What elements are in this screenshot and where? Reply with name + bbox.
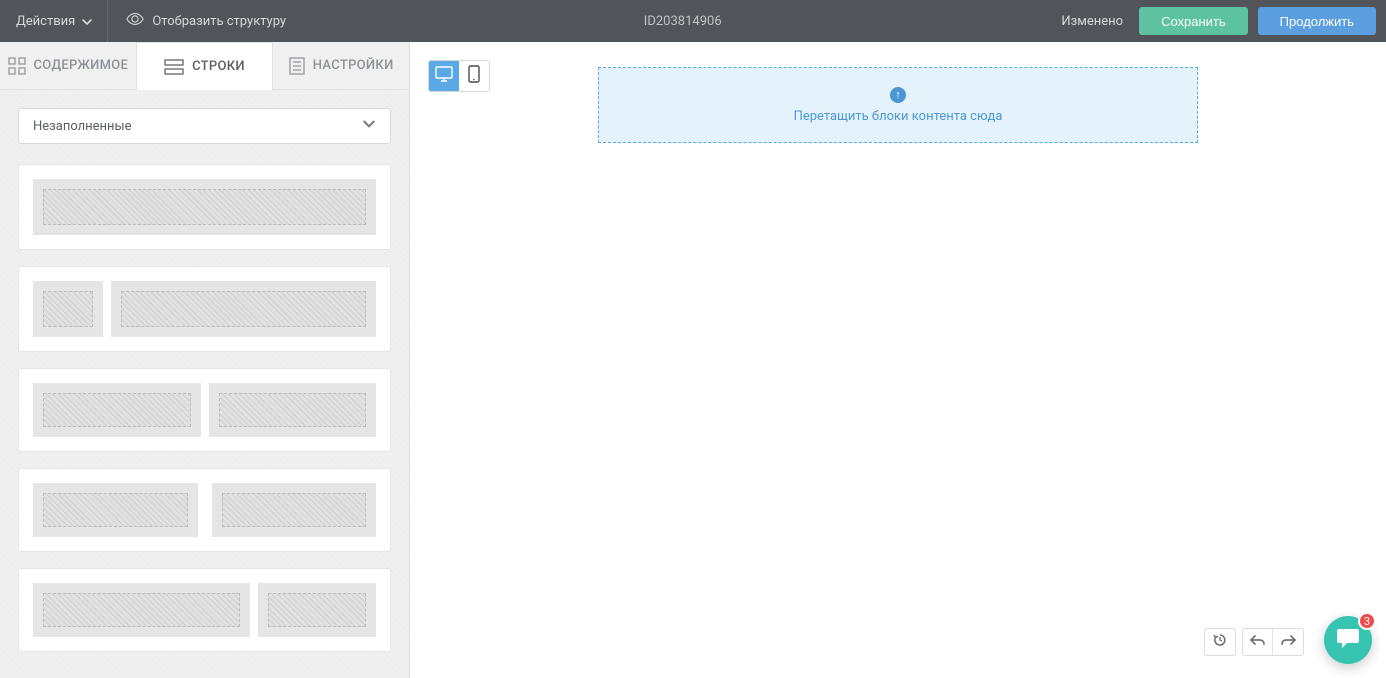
row-template-2col-equal[interactable] (18, 368, 391, 452)
upload-arrow-icon: ↑ (890, 87, 906, 103)
document-id: ID203814906 (304, 14, 1061, 29)
status-label: Изменено (1061, 14, 1123, 29)
mobile-icon (468, 65, 480, 87)
undo-button[interactable] (1243, 629, 1273, 655)
save-button[interactable]: Сохранить (1139, 7, 1248, 35)
actions-dropdown[interactable]: Действия (0, 0, 108, 42)
tab-rows[interactable]: СТРОКИ (136, 42, 274, 90)
actions-label: Действия (16, 14, 75, 29)
continue-button[interactable]: Продолжить (1258, 7, 1376, 35)
main-area: СОДЕРЖИМОЕ СТРОКИ НАСТРОЙКИ Незаполненны… (0, 42, 1386, 678)
tab-settings-label: НАСТРОЙКИ (313, 58, 394, 73)
panel-tabs: СОДЕРЖИМОЕ СТРОКИ НАСТРОЙКИ (0, 42, 409, 90)
canvas: ↑ Перетащить блоки контента сюда (410, 42, 1386, 678)
toolbar-left: Действия Отобразить структуру (0, 0, 304, 42)
row-template-2col-gap[interactable] (18, 468, 391, 552)
panel-body: Незаполненные (0, 90, 409, 678)
chat-badge: 3 (1358, 612, 1376, 630)
dropzone-text: Перетащить блоки контента сюда (794, 109, 1003, 124)
redo-icon (1280, 633, 1296, 652)
device-switcher (428, 60, 490, 92)
redo-button[interactable] (1273, 629, 1303, 655)
device-desktop-button[interactable] (429, 61, 459, 91)
history-button[interactable] (1204, 628, 1236, 656)
rows-icon (164, 59, 184, 75)
settings-icon (289, 57, 305, 75)
top-toolbar: Действия Отобразить структуру ID20381490… (0, 0, 1386, 42)
eye-icon (126, 13, 144, 29)
chevron-down-icon (81, 16, 91, 26)
left-panel: СОДЕРЖИМОЕ СТРОКИ НАСТРОЙКИ Незаполненны… (0, 42, 410, 678)
chat-icon (1335, 625, 1361, 655)
tab-content[interactable]: СОДЕРЖИМОЕ (0, 42, 136, 89)
toolbar-right: Изменено Сохранить Продолжить (1061, 7, 1386, 35)
show-structure-button[interactable]: Отобразить структуру (108, 0, 304, 42)
row-template-1col[interactable] (18, 164, 391, 250)
tab-rows-label: СТРОКИ (192, 59, 245, 74)
row-filter-value: Незаполненные (33, 119, 132, 134)
row-template-narrow-wide[interactable] (18, 266, 391, 352)
undo-icon (1250, 633, 1266, 652)
content-dropzone[interactable]: ↑ Перетащить блоки контента сюда (598, 67, 1198, 143)
chevron-down-icon (362, 117, 376, 135)
tab-content-label: СОДЕРЖИМОЕ (34, 58, 129, 73)
desktop-icon (435, 66, 453, 86)
tab-settings[interactable]: НАСТРОЙКИ (273, 42, 409, 89)
row-template-wide-narrow[interactable] (18, 568, 391, 652)
device-mobile-button[interactable] (459, 61, 489, 91)
show-structure-label: Отобразить структуру (152, 14, 286, 29)
row-filter-select[interactable]: Незаполненные (18, 108, 391, 144)
history-icon (1212, 632, 1228, 652)
chat-widget[interactable]: 3 (1324, 616, 1372, 664)
grid-icon (8, 57, 26, 75)
